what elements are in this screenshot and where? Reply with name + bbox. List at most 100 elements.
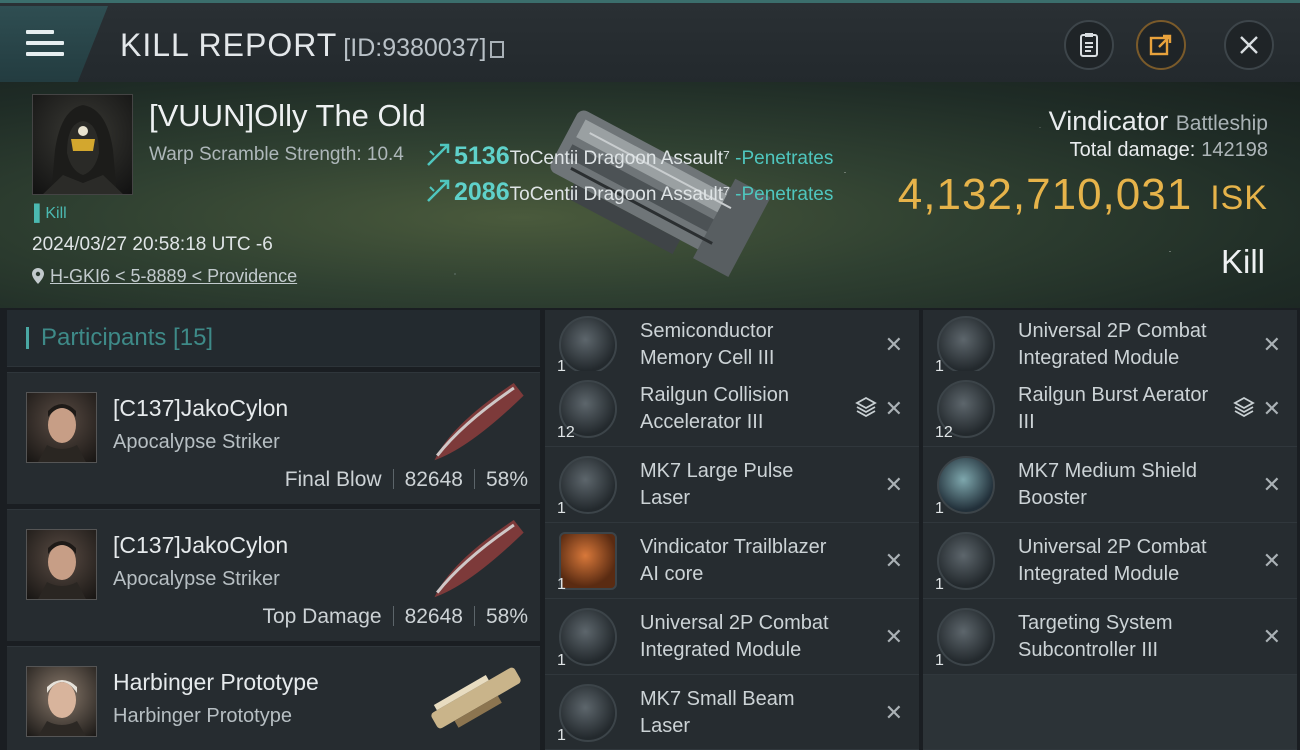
hit-row-1: 5136ToCentii Dragoon Assault⁷ -Penetrate… <box>426 142 833 171</box>
stack-icon <box>1233 396 1255 417</box>
module-name: MK7 Small Beam Laser <box>640 688 795 737</box>
close-icon[interactable]: ✕ <box>885 624 903 650</box>
participant-row[interactable]: [C137]JakoCylon Apocalypse Striker Final… <box>7 372 540 504</box>
kill-timestamp: 2024/03/27 20:58:18 UTC -6 <box>32 234 273 255</box>
participant-ship: Harbinger Prototype <box>113 705 292 727</box>
share-icon <box>1149 34 1172 56</box>
combat-module-icon <box>937 316 995 374</box>
close-icon[interactable]: ✕ <box>885 472 903 498</box>
close-icon[interactable]: ✕ <box>1263 624 1281 650</box>
module-name: Targeting System Subcontroller III <box>1018 612 1173 661</box>
module-slot[interactable]: 1 Vindicator Trailblazer AI core ✕ <box>545 523 919 599</box>
participants-title: Participants [15] <box>41 324 214 351</box>
module-quantity: 12 <box>557 424 575 441</box>
participant-avatar <box>26 529 97 600</box>
module-slot[interactable]: 12 Railgun Collision Accelerator III ✕ <box>545 371 919 447</box>
participants-panel: Participants [15] [C137]JakoCylon Apocal… <box>7 310 540 750</box>
share-button[interactable] <box>1136 20 1186 70</box>
close-icon[interactable]: ✕ <box>1263 472 1281 498</box>
victim-avatar[interactable] <box>32 94 133 195</box>
cell-icon <box>559 316 617 374</box>
clipboard-button[interactable] <box>1064 20 1114 70</box>
hit-row-2: 2086ToCentii Dragoon Assault⁷ -Penetrate… <box>426 178 833 207</box>
participant-ship: Apocalypse Striker <box>113 568 280 590</box>
combat-module-icon <box>937 532 995 590</box>
module-slot[interactable]: 1 MK7 Small Beam Laser ✕ <box>545 675 919 750</box>
module-name: Universal 2P Combat Integrated Module <box>1018 536 1207 585</box>
participant-row[interactable]: [C137]JakoCylon Apocalypse Striker Top D… <box>7 509 540 641</box>
participant-name: Harbinger Prototype <box>113 669 319 695</box>
menu-tab <box>0 6 108 82</box>
module-slot[interactable]: 1 Universal 2P Combat Integrated Module ✕ <box>923 523 1297 599</box>
laser-icon <box>559 684 617 742</box>
clipboard-icon <box>1080 33 1098 57</box>
cell-icon <box>937 608 995 666</box>
shield-icon <box>937 456 995 514</box>
result-label: Kill <box>1220 243 1265 280</box>
isk-value: 4,132,710,031 ISK <box>897 170 1268 219</box>
location-text: H-GKI6 < 5-8889 < Providence <box>50 266 298 286</box>
header-bar: KILL REPORT [ID:9380037] <box>0 0 1300 82</box>
module-slot[interactable]: 1 Universal 2P Combat Integrated Module ✕ <box>545 599 919 675</box>
module-name: Universal 2P Combat Integrated Module <box>640 612 829 661</box>
fitted-modules-grid: 1 Semiconductor Memory Cell III ✕ 12 Rail… <box>545 310 1300 750</box>
module-slot[interactable]: 1 MK7 Large Pulse Laser ✕ <box>545 447 919 523</box>
victim-panel: [VUUN]Olly The Old Warp Scramble Strengt… <box>0 82 1300 308</box>
close-icon[interactable]: ✕ <box>1263 548 1281 574</box>
page-title: KILL REPORT [ID:9380037] <box>120 27 505 64</box>
module-quantity: 1 <box>935 652 944 669</box>
module-quantity: 1 <box>557 500 566 517</box>
copy-icon[interactable] <box>490 41 505 58</box>
module-quantity: 1 <box>557 576 566 593</box>
participant-ship-image <box>434 520 524 598</box>
close-icon <box>1240 36 1258 54</box>
participants-header[interactable]: Participants [15] <box>7 310 540 367</box>
participant-row[interactable]: Harbinger Prototype Harbinger Prototype <box>7 646 540 750</box>
close-button[interactable] <box>1224 20 1274 70</box>
module-name: Vindicator Trailblazer AI core <box>640 536 827 585</box>
participant-ship-image <box>434 383 524 461</box>
ai-core-icon <box>559 532 617 590</box>
kill-tag: ▌Kill <box>34 205 67 222</box>
module-name: Railgun Burst Aerator III <box>1018 384 1209 433</box>
victim-ship-name: Vindicator Battleship <box>1048 106 1268 136</box>
location-pin-icon <box>32 268 44 284</box>
participant-name: [C137]JakoCylon <box>113 532 289 558</box>
participant-name: [C137]JakoCylon <box>113 395 289 421</box>
module-name: MK7 Large Pulse Laser <box>640 460 794 509</box>
participant-stats: Top Damage 82648 58% <box>262 605 528 628</box>
hamburger-menu-icon[interactable] <box>26 30 64 60</box>
module-quantity: 1 <box>935 500 944 517</box>
participant-ship: Apocalypse Striker <box>113 431 280 453</box>
close-icon[interactable]: ✕ <box>1263 396 1281 422</box>
empty-module-slot <box>923 675 1297 750</box>
module-slot[interactable]: 1 Targeting System Subcontroller III ✕ <box>923 599 1297 675</box>
participant-avatar <box>26 666 97 737</box>
total-damage: Total damage: 142198 <box>1069 139 1268 161</box>
module-name: Universal 2P Combat Integrated Module <box>1018 320 1207 369</box>
module-quantity: 1 <box>557 652 566 669</box>
module-slot[interactable]: 12 Railgun Burst Aerator III ✕ <box>923 371 1297 447</box>
warp-scramble-strength: Warp Scramble Strength: 10.4 <box>149 144 404 165</box>
stack-icon <box>855 396 877 417</box>
close-icon[interactable]: ✕ <box>1263 332 1281 358</box>
module-name: Railgun Collision Accelerator III <box>640 384 789 433</box>
location-link[interactable]: H-GKI6 < 5-8889 < Providence <box>32 266 297 287</box>
module-name: Semiconductor Memory Cell III <box>640 320 775 369</box>
close-icon[interactable]: ✕ <box>885 548 903 574</box>
close-icon[interactable]: ✕ <box>885 396 903 422</box>
participant-ship-image <box>431 667 521 729</box>
close-icon[interactable]: ✕ <box>885 700 903 726</box>
weapon-icon <box>427 179 450 202</box>
module-quantity: 1 <box>935 576 944 593</box>
combat-module-icon <box>559 608 617 666</box>
module-quantity: 1 <box>557 727 566 744</box>
laser-icon <box>559 456 617 514</box>
weapon-icon <box>427 143 450 166</box>
module-name: MK7 Medium Shield Booster <box>1018 460 1197 509</box>
close-icon[interactable]: ✕ <box>885 332 903 358</box>
module-quantity: 12 <box>935 424 953 441</box>
victim-name: [VUUN]Olly The Old <box>149 98 426 133</box>
participant-avatar <box>26 392 97 463</box>
module-slot[interactable]: 1 MK7 Medium Shield Booster ✕ <box>923 447 1297 523</box>
